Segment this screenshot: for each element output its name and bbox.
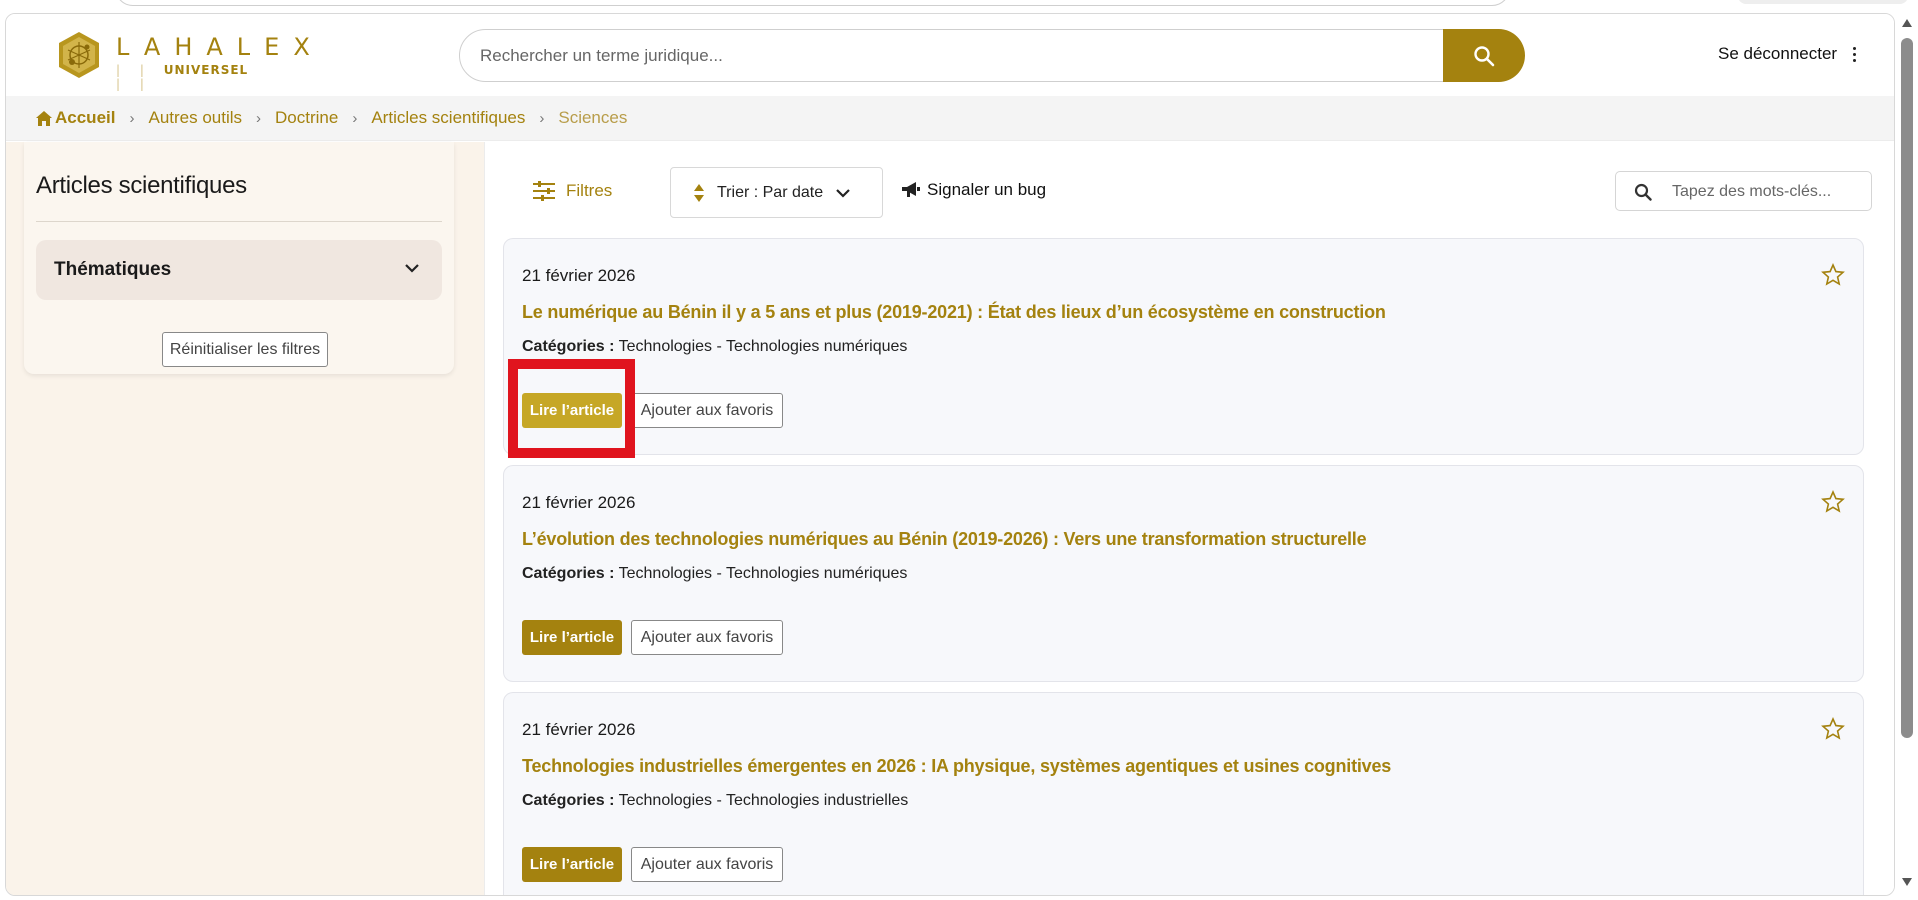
chevron-down-icon	[836, 188, 850, 198]
article-categories: Catégories : Technologies - Technologies…	[522, 792, 908, 810]
divider	[36, 221, 442, 222]
sidebar-title: Articles scientifiques	[36, 172, 247, 199]
search-icon	[1474, 45, 1495, 66]
search-icon	[1634, 183, 1652, 201]
chevron-down-icon	[405, 264, 419, 273]
filter-panel: Articles scientifiques Thématiques Réini…	[24, 142, 454, 374]
breadcrumb-doctrine[interactable]: Doctrine	[275, 108, 338, 128]
chevron-right-icon: ›	[129, 109, 135, 127]
brand-subtitle: | | UNIVERSEL | |	[116, 63, 249, 91]
chevron-right-icon: ›	[352, 109, 358, 127]
categories-value: Technologies - Technologies numériques	[618, 338, 908, 355]
article-title[interactable]: Technologies industrielles émergentes en…	[522, 756, 1391, 777]
categories-value: Technologies - Technologies numériques	[618, 565, 908, 582]
brand-name: LAHALEX	[116, 33, 324, 61]
article-card: 21 février 2026 L’évolution des technolo…	[503, 465, 1864, 682]
report-bug-link[interactable]: Signaler un bug	[901, 180, 1046, 200]
scrollbar-thumb[interactable]	[1901, 38, 1913, 738]
breadcrumb-home-label: Accueil	[55, 108, 116, 127]
main-content: Filtres Trier : Par date Signaler un bug…	[484, 142, 1894, 895]
global-search-button[interactable]	[1443, 29, 1525, 82]
categories-label: Catégories :	[522, 338, 615, 355]
article-card: 21 février 2026 Le numérique au Bénin il…	[503, 238, 1864, 458]
thematiques-label: Thématiques	[54, 259, 172, 280]
categories-label: Catégories :	[522, 792, 615, 809]
article-title[interactable]: L’évolution des technologies numériques …	[522, 529, 1367, 550]
chevron-right-icon: ›	[539, 109, 545, 127]
sort-label: Trier : Par date	[717, 183, 824, 201]
article-categories: Catégories : Technologies - Technologies…	[522, 565, 907, 583]
breadcrumb-home[interactable]: Accueil	[36, 108, 115, 128]
categories-value: Technologies - Technologies industrielle…	[618, 792, 909, 809]
read-article-button[interactable]: Lire l’article	[522, 847, 622, 882]
read-article-button[interactable]: Lire l’article	[522, 620, 622, 655]
logo-emblem-icon	[59, 32, 99, 78]
reset-filters-button[interactable]: Réinitialiser les filtres	[162, 332, 328, 367]
star-icon[interactable]	[1821, 717, 1845, 741]
logout-link[interactable]: Se déconnecter	[1718, 44, 1837, 64]
global-search-input[interactable]	[480, 40, 1430, 72]
sliders-icon	[533, 181, 555, 201]
scroll-up-icon[interactable]	[1902, 19, 1912, 27]
article-date: 21 février 2026	[522, 720, 636, 739]
breadcrumb-articles-scientifiques[interactable]: Articles scientifiques	[371, 108, 525, 128]
article-categories: Catégories : Technologies - Technologies…	[522, 338, 907, 356]
categories-label: Catégories :	[522, 565, 615, 582]
logo[interactable]: LAHALEX | | UNIVERSEL | |	[54, 30, 310, 91]
article-date: 21 février 2026	[522, 493, 636, 512]
add-favorite-button[interactable]: Ajouter aux favoris	[631, 620, 783, 655]
thematiques-dropdown[interactable]: Thématiques	[36, 240, 442, 300]
star-icon[interactable]	[1821, 263, 1845, 287]
browser-address-bar[interactable]	[115, 0, 1510, 6]
browser-top-edge	[0, 0, 1918, 13]
sort-icon	[694, 183, 704, 202]
scroll-down-icon[interactable]	[1902, 878, 1912, 886]
keyword-search	[1615, 171, 1872, 211]
page-scrollbar[interactable]	[1896, 13, 1918, 896]
chevron-right-icon: ›	[256, 109, 262, 127]
megaphone-icon	[902, 182, 920, 197]
home-icon	[36, 110, 52, 126]
app-frame: LAHALEX | | UNIVERSEL | | Se déconnecter…	[5, 13, 1895, 896]
browser-toolbar-right	[1738, 0, 1908, 4]
report-bug-label: Signaler un bug	[927, 180, 1047, 199]
global-search	[459, 29, 1525, 82]
toolbar: Filtres Trier : Par date Signaler un bug…	[485, 142, 1894, 232]
article-date: 21 février 2026	[522, 266, 636, 285]
kebab-menu-icon[interactable]	[1846, 44, 1862, 64]
breadcrumb-autres-outils[interactable]: Autres outils	[148, 108, 242, 128]
sort-dropdown[interactable]: Trier : Par date	[670, 167, 883, 218]
add-favorite-button[interactable]: Ajouter aux favoris	[631, 847, 783, 882]
filters-label: Filtres	[566, 181, 613, 200]
sidebar: Articles scientifiques Thématiques Réini…	[6, 142, 484, 895]
add-favorite-button[interactable]: Ajouter aux favoris	[631, 393, 783, 428]
star-icon[interactable]	[1821, 490, 1845, 514]
header: LAHALEX | | UNIVERSEL | | Se déconnecter	[6, 14, 1894, 96]
filters-button[interactable]: Filtres	[532, 180, 612, 202]
breadcrumb: Accueil › Autres outils › Doctrine › Art…	[6, 96, 1894, 141]
breadcrumb-current: Sciences	[558, 108, 628, 127]
article-title[interactable]: Le numérique au Bénin il y a 5 ans et pl…	[522, 302, 1386, 323]
keyword-search-input[interactable]	[1672, 179, 1862, 205]
read-article-button[interactable]: Lire l’article	[522, 393, 622, 428]
article-card: 21 février 2026 Technologies industriell…	[503, 692, 1864, 895]
